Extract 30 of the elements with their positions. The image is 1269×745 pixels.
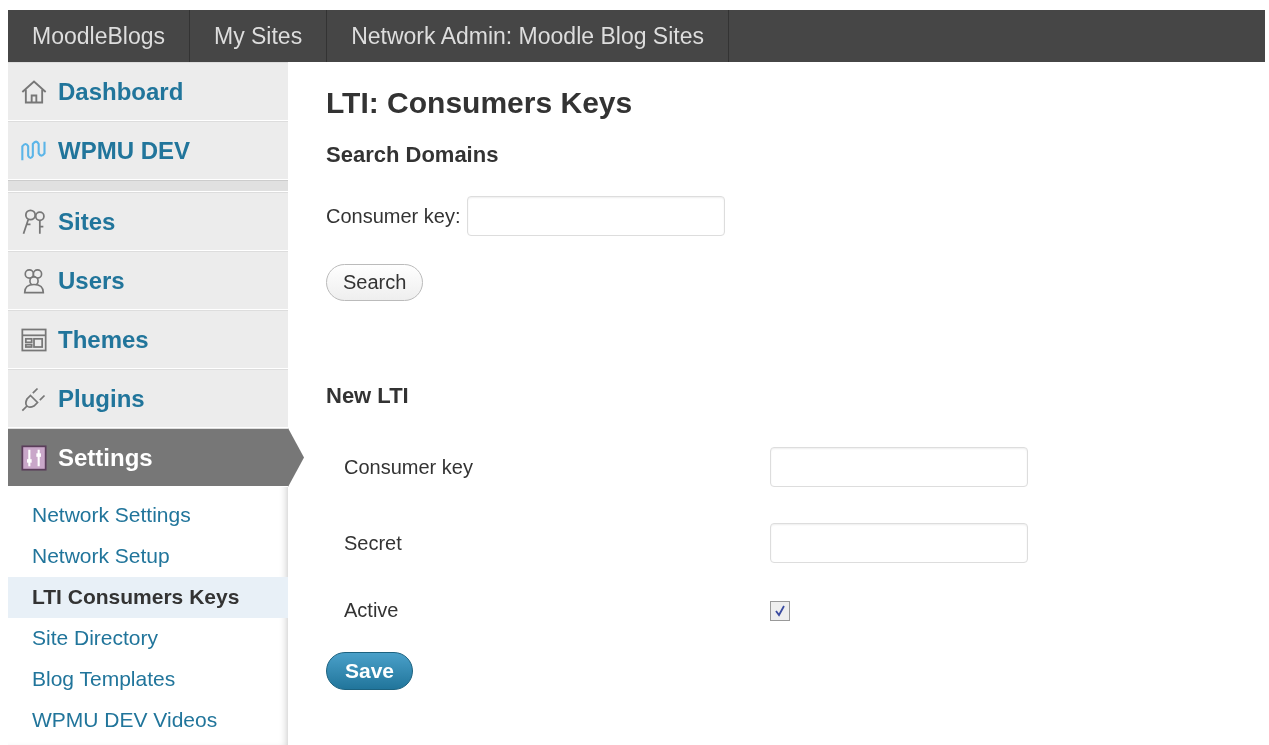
submenu-item[interactable]: WPMU DEV Videos — [8, 700, 288, 741]
settings-icon — [20, 443, 48, 472]
page-title: LTI: Consumers Keys — [326, 86, 634, 120]
section-heading: Search Domains — [326, 142, 500, 168]
submenu-item[interactable]: Blog Templates — [8, 659, 288, 700]
submenu-item[interactable]: LTI Consumers Keys — [8, 577, 288, 618]
section-heading: New LTI — [326, 383, 410, 409]
submenu-item[interactable]: Network Settings — [8, 495, 288, 536]
menu-item[interactable]: WPMU DEV — [8, 121, 288, 180]
checkbox[interactable] — [770, 600, 790, 621]
save-button[interactable]: Save — [326, 652, 414, 690]
submenu-item[interactable]: Network Setup — [8, 536, 288, 577]
menu-item[interactable]: Plugins — [8, 369, 288, 428]
menu-item[interactable]: Sites — [8, 192, 288, 251]
checkmark-icon — [774, 604, 786, 617]
input-field[interactable] — [770, 523, 1028, 563]
field-label: Consumer key — [344, 455, 474, 479]
field-label: Active — [344, 599, 400, 622]
admin-bar-link[interactable]: Network Admin: Moodle Blog Sites — [327, 10, 729, 62]
submenu-item[interactable]: Site Directory — [8, 618, 288, 659]
search-button[interactable]: Search — [326, 264, 424, 301]
field-label: Consumer key: — [326, 204, 461, 228]
menu-item[interactable]: Settings — [8, 428, 304, 487]
keys-icon — [20, 207, 48, 236]
menu-item[interactable]: Dashboard — [8, 62, 288, 121]
menu-item[interactable]: Users — [8, 251, 288, 310]
menu-item[interactable]: Themes — [8, 310, 288, 369]
input-field[interactable] — [770, 447, 1028, 487]
consumer-key-search-field[interactable] — [466, 196, 725, 236]
field-label: Secret — [344, 531, 403, 555]
